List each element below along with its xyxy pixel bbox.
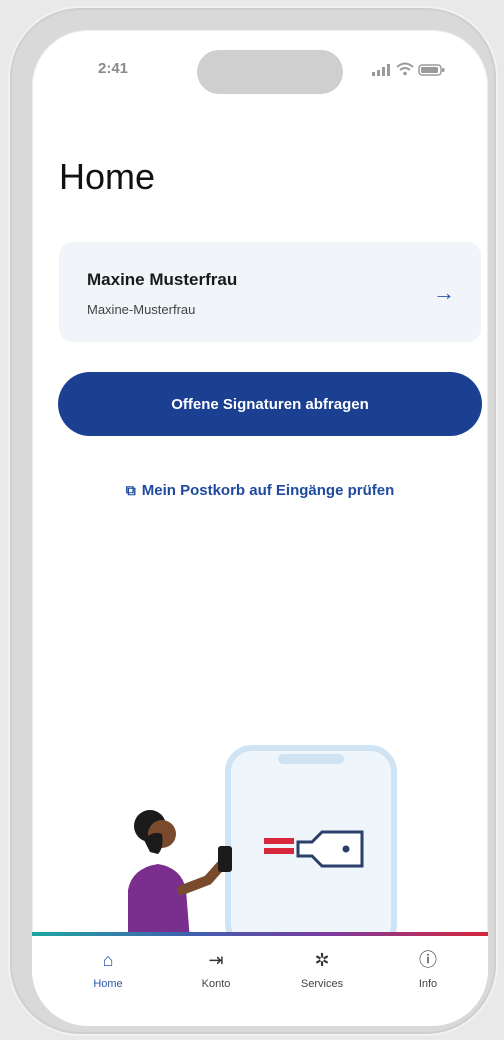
- account-card[interactable]: Maxine Musterfrau Maxine-Musterfrau →: [59, 242, 481, 342]
- tab-services-label: Services: [300, 978, 344, 990]
- tab-konto-label: Konto: [201, 978, 231, 990]
- woman-illustration: [128, 810, 232, 940]
- home-icon: ⌂: [102, 950, 114, 970]
- page-title: Home: [59, 156, 156, 197]
- info-icon: ⓘ: [419, 950, 437, 970]
- dynamic-island: [197, 50, 343, 94]
- tab-info-label: Info: [418, 978, 438, 990]
- tab-home-label: Home: [93, 978, 123, 990]
- mailbox-link[interactable]: ⧉ Mein Postkorb auf Eingänge prüfen: [32, 482, 488, 499]
- app-screen: 2:41 Home Maxine Musterfrau Maxine-Muste…: [32, 30, 488, 1026]
- battery-icon: [418, 64, 445, 76]
- account-name: Maxine Musterfrau: [87, 270, 238, 289]
- tab-bar: ⌂ Home ⇥ Konto ✲ Services ⓘ Info: [32, 936, 488, 1026]
- tab-services[interactable]: ✲ Services: [282, 946, 362, 1006]
- illustration: [128, 745, 397, 940]
- external-link-icon: ⧉: [125, 482, 136, 498]
- account-username: Maxine-Musterfrau: [87, 302, 196, 317]
- open-signatures-button[interactable]: Offene Signaturen abfragen: [58, 372, 482, 436]
- status-bar: 2:41: [32, 30, 488, 100]
- phone-frame: 2:41 Home Maxine Musterfrau Maxine-Muste…: [10, 8, 496, 1034]
- mailbox-link-label: Mein Postkorb auf Eingänge prüfen: [141, 482, 395, 499]
- signal-icon: [372, 64, 390, 76]
- wifi-icon: [396, 62, 414, 76]
- tab-info[interactable]: ⓘ Info: [388, 946, 468, 1006]
- account-icon: ⇥: [208, 950, 224, 970]
- tab-konto[interactable]: ⇥ Konto: [176, 946, 256, 1006]
- tab-home[interactable]: ⌂ Home: [68, 946, 148, 1006]
- arrow-right-icon: →: [433, 280, 455, 305]
- status-icons: [372, 60, 452, 80]
- status-time: 2:41: [98, 60, 129, 77]
- services-icon: ✲: [314, 950, 330, 970]
